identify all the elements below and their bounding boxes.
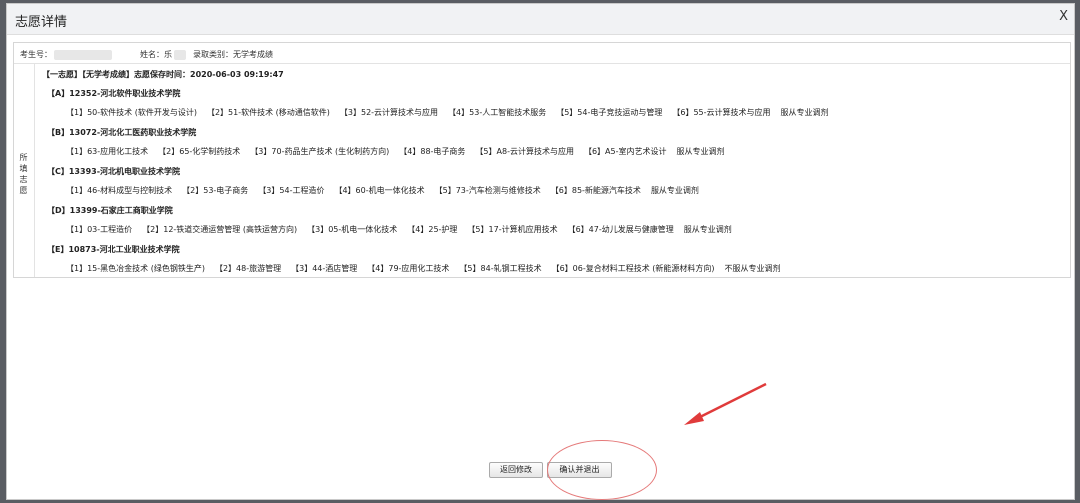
annotation-arrow [684, 382, 767, 425]
arrow-head [684, 412, 704, 425]
annotation-circle [547, 440, 657, 500]
